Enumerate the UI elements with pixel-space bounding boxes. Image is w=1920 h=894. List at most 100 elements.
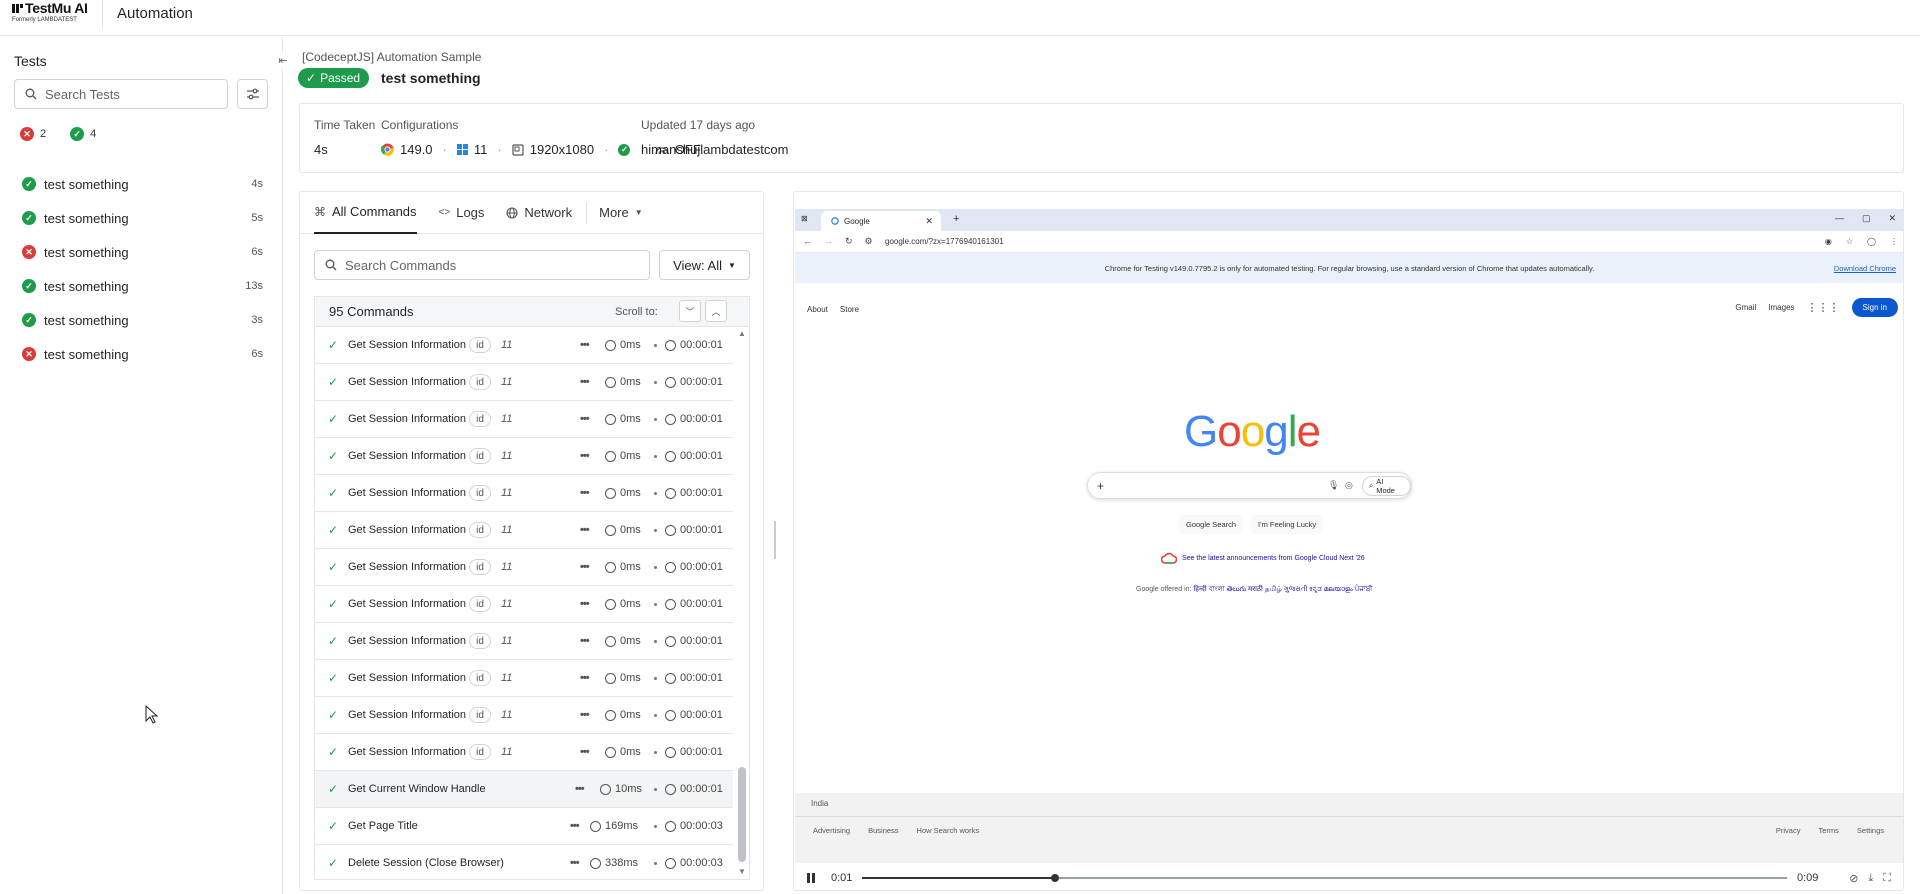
command-row[interactable]: ✓ Get Session Information id 11 ••• 0ms 00:00:… bbox=[315, 364, 733, 401]
sidebar-heading: Tests bbox=[14, 53, 47, 69]
video-progress-bar[interactable] bbox=[862, 874, 1787, 882]
testmu-logo[interactable]: TestMu AI Formerly LAMBDATEST bbox=[12, 0, 102, 30]
video-progress-knob[interactable] bbox=[1051, 874, 1059, 882]
more-dots-icon[interactable]: ••• bbox=[580, 746, 590, 758]
scroll-down-button[interactable]: ﹀ bbox=[679, 300, 701, 322]
command-row[interactable]: ✓ Get Session Information id 11 ••• 0ms 00:00:… bbox=[315, 475, 733, 512]
browser-url: google.com/?zx=1776940161301 bbox=[885, 237, 1004, 246]
command-row[interactable]: ✓ Delete Session (Close Browser) ••• 338ms 0… bbox=[315, 845, 733, 879]
more-dots-icon[interactable]: ••• bbox=[575, 783, 585, 795]
playback-speed-icon[interactable]: ⊘ bbox=[1849, 872, 1858, 885]
command-row[interactable]: ✓ Get Session Information id 11 ••• 0ms 00:00:… bbox=[315, 401, 733, 438]
command-id-value: 11 bbox=[501, 598, 513, 610]
offered-in-label: Google offered in: bbox=[1136, 586, 1192, 593]
test-list-item[interactable]: ✕ test something 6s bbox=[0, 235, 283, 269]
timer-icon bbox=[665, 487, 676, 499]
test-list-item[interactable]: ✓ test something 4s bbox=[0, 167, 283, 201]
view-filter-dropdown[interactable]: View: All ▼ bbox=[659, 250, 750, 280]
search-commands-input[interactable] bbox=[345, 257, 625, 273]
command-row[interactable]: ✓ Get Session Information id 11 ••• 0ms 00:00:… bbox=[315, 623, 733, 660]
total-time: 0:09 bbox=[1797, 872, 1819, 884]
tab-network[interactable]: Network bbox=[506, 192, 572, 234]
tab-label: More bbox=[599, 205, 629, 220]
more-dots-icon[interactable]: ••• bbox=[570, 857, 580, 869]
chrome-testing-banner: Chrome for Testing v149.0.7795.2 is only… bbox=[795, 253, 1903, 283]
separator-dot bbox=[654, 528, 657, 532]
command-id-value: 11 bbox=[501, 376, 513, 388]
commands-scrollbar[interactable]: ▲ ▼ bbox=[735, 327, 749, 879]
test-duration: 5s bbox=[251, 212, 263, 224]
more-dots-icon[interactable]: ••• bbox=[580, 561, 590, 573]
command-row[interactable]: ✓ Get Session Information id 11 ••• 0ms 00:00:… bbox=[315, 660, 733, 697]
scroll-down-arrow-icon[interactable]: ▼ bbox=[738, 867, 746, 876]
command-row[interactable]: ✓ Get Session Information id 11 ••• 0ms 00:00:… bbox=[315, 327, 733, 364]
more-dots-icon[interactable]: ••• bbox=[580, 709, 590, 721]
separator-dot bbox=[654, 639, 657, 643]
os-version: 11 bbox=[473, 142, 488, 157]
test-list-item[interactable]: ✓ test something 5s bbox=[0, 201, 283, 235]
more-dots-icon[interactable]: ••• bbox=[570, 820, 580, 832]
location-icon: ◉ bbox=[1824, 237, 1832, 246]
command-row[interactable]: ✓ Get Session Information id 11 ••• 0ms 00:00:… bbox=[315, 438, 733, 475]
test-list-item[interactable]: ✕ test something 6s bbox=[0, 337, 283, 371]
search-tests-input[interactable] bbox=[45, 86, 215, 102]
command-id-tag: id bbox=[469, 670, 491, 686]
header-divider bbox=[102, 0, 103, 28]
google-footer: India Advertising Business How Search wo… bbox=[795, 793, 1903, 863]
command-duration: 0ms bbox=[620, 487, 641, 499]
command-status-icon: ✓ bbox=[328, 819, 339, 833]
more-dots-icon[interactable]: ••• bbox=[580, 450, 590, 462]
command-status-icon: ✓ bbox=[328, 449, 339, 463]
test-name: test something bbox=[44, 312, 129, 328]
filter-button[interactable] bbox=[237, 79, 268, 109]
google-logo-letter: G bbox=[1184, 407, 1218, 456]
scroll-up-button[interactable]: ︿ bbox=[705, 300, 727, 322]
command-timestamp: 00:00:01 bbox=[680, 598, 723, 610]
command-row[interactable]: ✓ Get Session Information id 11 ••• 0ms 00:00:… bbox=[315, 549, 733, 586]
command-id-tag: id bbox=[469, 337, 491, 353]
more-dots-icon[interactable]: ••• bbox=[580, 672, 590, 684]
tab-label: All Commands bbox=[332, 204, 417, 219]
pause-button[interactable] bbox=[806, 873, 816, 883]
command-timestamp: 00:00:01 bbox=[680, 524, 723, 536]
clock-icon bbox=[605, 709, 616, 721]
check-icon: ✓ bbox=[306, 71, 317, 85]
filter-icon bbox=[246, 88, 259, 100]
more-dots-icon[interactable]: ••• bbox=[580, 413, 590, 425]
test-info-card: Time Taken 4s Configurations 149.0 · 11 … bbox=[299, 103, 1904, 173]
command-duration: 0ms bbox=[620, 746, 641, 758]
more-dots-icon[interactable]: ••• bbox=[580, 339, 590, 351]
command-row[interactable]: ✓ Get Session Information id 11 ••• 0ms 00:00:… bbox=[315, 697, 733, 734]
tab-all-commands[interactable]: ⌘ All Commands bbox=[314, 192, 417, 234]
chrome-icon bbox=[381, 143, 394, 156]
more-dots-icon[interactable]: ••• bbox=[580, 487, 590, 499]
tab-more[interactable]: More ▼ bbox=[599, 192, 643, 234]
test-list-item[interactable]: ✓ test something 13s bbox=[0, 269, 283, 303]
tab-logs[interactable]: <> Logs bbox=[439, 192, 485, 234]
commands-list: ✓ Get Session Information id 11 ••• 0ms 00:00:… bbox=[315, 327, 733, 879]
panel-resize-handle[interactable] bbox=[774, 521, 776, 559]
command-row[interactable]: ✓ Get Page Title ••• 169ms 00:00:03 bbox=[315, 808, 733, 845]
command-id-tag: id bbox=[469, 744, 491, 760]
video-frame[interactable]: ⊠ Google ✕ + — ▢ ✕ ← → ↻ ⚙ google.com/?z… bbox=[795, 209, 1903, 863]
test-list-item[interactable]: ✓ test something 3s bbox=[0, 303, 283, 337]
logo-subtitle: Formerly LAMBDATEST bbox=[12, 17, 77, 23]
footer-right-links: Privacy Terms Settings bbox=[1776, 826, 1884, 835]
fullscreen-icon[interactable]: ⛶ bbox=[1883, 872, 1891, 885]
more-dots-icon[interactable]: ••• bbox=[580, 635, 590, 647]
command-row[interactable]: ✓ Get Current Window Handle ••• 10ms 00:00:0… bbox=[315, 771, 733, 808]
google-top-right-nav: Gmail Images ⋮⋮⋮ Sign in bbox=[1735, 298, 1898, 317]
more-dots-icon[interactable]: ••• bbox=[580, 524, 590, 536]
command-row[interactable]: ✓ Get Session Information id 11 ••• 0ms 00:00:… bbox=[315, 586, 733, 623]
breadcrumb[interactable]: [CodeceptJS] Automation Sample bbox=[302, 50, 481, 64]
scroll-up-arrow-icon[interactable]: ▲ bbox=[738, 329, 746, 338]
download-icon[interactable]: ⤓ bbox=[1868, 872, 1873, 885]
command-row[interactable]: ✓ Get Session Information id 11 ••• 0ms 00:00:… bbox=[315, 734, 733, 771]
commands-count: 95 Commands bbox=[329, 304, 414, 319]
scrollbar-thumb[interactable] bbox=[738, 767, 746, 862]
more-dots-icon[interactable]: ••• bbox=[580, 376, 590, 388]
command-row[interactable]: ✓ Get Session Information id 11 ••• 0ms 00:00:… bbox=[315, 512, 733, 549]
chevron-down-icon: ﹀ bbox=[685, 306, 695, 317]
more-dots-icon[interactable]: ••• bbox=[580, 598, 590, 610]
test-duration: 13s bbox=[245, 280, 263, 292]
